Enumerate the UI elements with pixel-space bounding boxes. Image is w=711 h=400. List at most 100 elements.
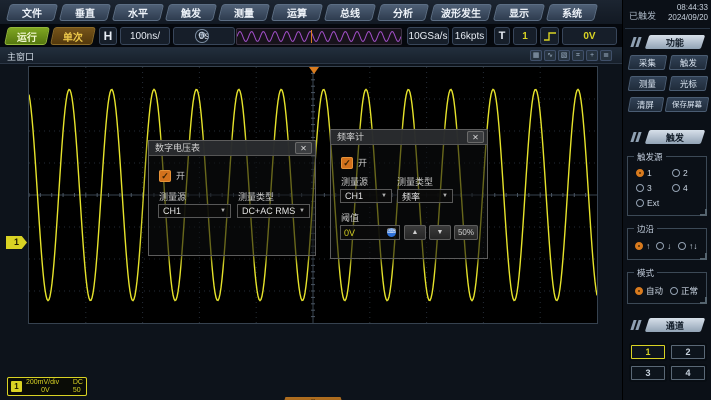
trigger-section-header: 触发 bbox=[645, 130, 706, 144]
channel1-coupling: DC bbox=[73, 379, 83, 387]
freq-counter-dialog: 频率计 ✕ ✓ 开 测量源 测量类型 CH1▼ 频率▼ 阈值 0V ⌨ ▲ ▼ … bbox=[330, 129, 488, 259]
trigger-indicator: T bbox=[494, 27, 510, 45]
radio-selected-icon bbox=[635, 242, 643, 250]
list-view-icon[interactable]: ≣ bbox=[600, 50, 612, 61]
channel1-number: 1 bbox=[11, 381, 22, 392]
freq-on-checkbox[interactable]: ✓ bbox=[341, 157, 353, 169]
clock-date: 2024/09/20 bbox=[668, 13, 708, 23]
source-option-4[interactable]: 4 bbox=[672, 183, 688, 193]
split-view-icon[interactable]: ▧ bbox=[558, 50, 570, 61]
menu-display[interactable]: 显示 bbox=[493, 4, 545, 21]
timebase-button[interactable]: 100ns/ bbox=[120, 27, 170, 45]
trigger-level-button[interactable]: 0V bbox=[562, 27, 617, 45]
channel-4-button[interactable]: 4 bbox=[671, 366, 705, 380]
horizontal-indicator: H bbox=[99, 27, 117, 45]
chevron-down-icon: ▼ bbox=[299, 208, 305, 214]
menu-trigger[interactable]: 触发 bbox=[165, 4, 217, 21]
trigger-button[interactable]: 触发 bbox=[669, 55, 709, 70]
mode-normal-option[interactable]: 正常 bbox=[670, 285, 698, 297]
dvm-on-checkbox[interactable]: ✓ bbox=[159, 170, 171, 182]
acquire-button[interactable]: 采集 bbox=[628, 55, 668, 70]
channel-3-button[interactable]: 3 bbox=[631, 366, 665, 380]
preview-wave bbox=[237, 29, 401, 44]
dvm-source-label: 测量源 bbox=[159, 190, 186, 203]
add-view-icon[interactable]: + bbox=[586, 50, 598, 61]
source-option-ext[interactable]: Ext bbox=[636, 198, 659, 208]
trigger-position-marker[interactable] bbox=[309, 67, 319, 74]
threshold-input[interactable]: 0V ⌨ bbox=[340, 225, 400, 240]
dvm-on-label: 开 bbox=[176, 169, 185, 182]
chevron-down-icon: ▼ bbox=[442, 193, 448, 199]
dvm-type-dropdown[interactable]: DC+AC RMS▼ bbox=[237, 204, 310, 218]
radio-selected-icon bbox=[636, 169, 644, 177]
trigger-edge-icon[interactable] bbox=[540, 27, 559, 45]
radio-selected-icon bbox=[635, 287, 643, 295]
clock-time: 08:44:33 bbox=[668, 3, 708, 13]
threshold-50pct-button[interactable]: 50% bbox=[454, 225, 478, 240]
freq-source-label: 测量源 bbox=[341, 175, 368, 188]
dvm-dialog: 数字电压表 ✕ ✓ 开 测量源 测量类型 CH1▼ DC+AC RMS▼ bbox=[148, 140, 316, 256]
source-option-3[interactable]: 3 bbox=[636, 183, 652, 193]
cursor-button[interactable]: 光标 bbox=[669, 76, 709, 91]
radio-icon bbox=[656, 242, 664, 250]
clear-button[interactable]: 清屏 bbox=[628, 97, 665, 112]
freq-dialog-title[interactable]: 频率计 ✕ bbox=[331, 130, 487, 145]
menu-vertical[interactable]: 垂直 bbox=[59, 4, 111, 21]
channel-2-button[interactable]: 2 bbox=[671, 345, 705, 359]
radio-icon bbox=[636, 184, 644, 192]
menu-horizontal[interactable]: 水平 bbox=[112, 4, 164, 21]
radio-icon bbox=[636, 199, 644, 207]
close-icon[interactable]: ✕ bbox=[467, 131, 484, 143]
source-option-1[interactable]: 1 bbox=[636, 168, 652, 178]
memory-depth: 16kpts bbox=[452, 27, 487, 45]
radio-icon bbox=[672, 169, 680, 177]
menu-system[interactable]: 系统 bbox=[546, 4, 598, 21]
measure-button[interactable]: 测量 bbox=[628, 76, 668, 91]
zoom-plus-icon[interactable]: ⊕ bbox=[195, 29, 209, 43]
divider bbox=[625, 28, 710, 29]
xy-view-icon[interactable]: ⌗ bbox=[572, 50, 584, 61]
trigger-source-group: 触发源 1 2 3 4 Ext bbox=[627, 156, 707, 216]
source-option-2[interactable]: 2 bbox=[672, 168, 688, 178]
trigger-status: 已触发 bbox=[629, 9, 656, 22]
menu-measure[interactable]: 测量 bbox=[218, 4, 270, 21]
functions-header: 功能 bbox=[645, 35, 706, 49]
menu-math[interactable]: 运算 bbox=[271, 4, 323, 21]
threshold-down-button[interactable]: ▼ bbox=[429, 225, 451, 240]
menu-file[interactable]: 文件 bbox=[6, 4, 58, 21]
sidebar: 已触发 08:44:33 2024/09/20 功能 采集 触发 测量 光标 清… bbox=[622, 0, 711, 400]
run-button[interactable]: 运行 bbox=[4, 27, 50, 45]
channel-section-header: 通道 bbox=[645, 318, 706, 332]
edge-either-option[interactable]: ↑↓ bbox=[678, 241, 698, 251]
edge-group: 边沿 ↑ ↓ ↑↓ bbox=[627, 228, 707, 260]
save-screen-button[interactable]: 保存屏幕 bbox=[665, 97, 710, 112]
dvm-source-dropdown[interactable]: CH1▼ bbox=[158, 204, 231, 218]
toolbar: 运行 单次 H 100ns/ 0s ⊕ 10GSa/s 16kpts T 1 0… bbox=[0, 24, 622, 48]
waveform-preview[interactable] bbox=[236, 28, 402, 45]
keypad-icon[interactable]: ⌨ bbox=[387, 228, 396, 237]
channel1-scale: 200mV/div bbox=[26, 379, 65, 387]
menu-wavegen[interactable]: 波形发生 bbox=[430, 4, 492, 21]
mode-auto-option[interactable]: 自动 bbox=[635, 285, 663, 297]
threshold-label: 阈值 bbox=[341, 211, 359, 224]
menu-analyze[interactable]: 分析 bbox=[377, 4, 429, 21]
edge-falling-option[interactable]: ↓ bbox=[656, 241, 671, 251]
chevron-down-icon: ▼ bbox=[220, 208, 226, 214]
dvm-dialog-title[interactable]: 数字电压表 ✕ bbox=[149, 141, 315, 156]
freq-source-dropdown[interactable]: CH1▼ bbox=[340, 189, 392, 203]
trigger-source-button[interactable]: 1 bbox=[513, 27, 537, 45]
dvm-type-label: 测量类型 bbox=[238, 190, 274, 203]
ch1-ground-marker[interactable]: 1 bbox=[6, 236, 27, 249]
menu-bus[interactable]: 总线 bbox=[324, 4, 376, 21]
channel1-badge[interactable]: 1 200mV/div DC 0V 50 bbox=[7, 377, 87, 396]
close-icon[interactable]: ✕ bbox=[295, 142, 312, 154]
single-button[interactable]: 单次 bbox=[50, 27, 96, 45]
grid-view-icon[interactable]: ▦ bbox=[530, 50, 542, 61]
channel-1-button[interactable]: 1 bbox=[631, 345, 665, 359]
waveform-view-icon[interactable]: ∿ bbox=[544, 50, 556, 61]
edge-rising-option[interactable]: ↑ bbox=[635, 241, 650, 251]
threshold-up-button[interactable]: ▲ bbox=[404, 225, 426, 240]
preview-trigger-position bbox=[311, 30, 312, 43]
radio-icon bbox=[678, 242, 686, 250]
freq-type-dropdown[interactable]: 频率▼ bbox=[397, 189, 453, 203]
